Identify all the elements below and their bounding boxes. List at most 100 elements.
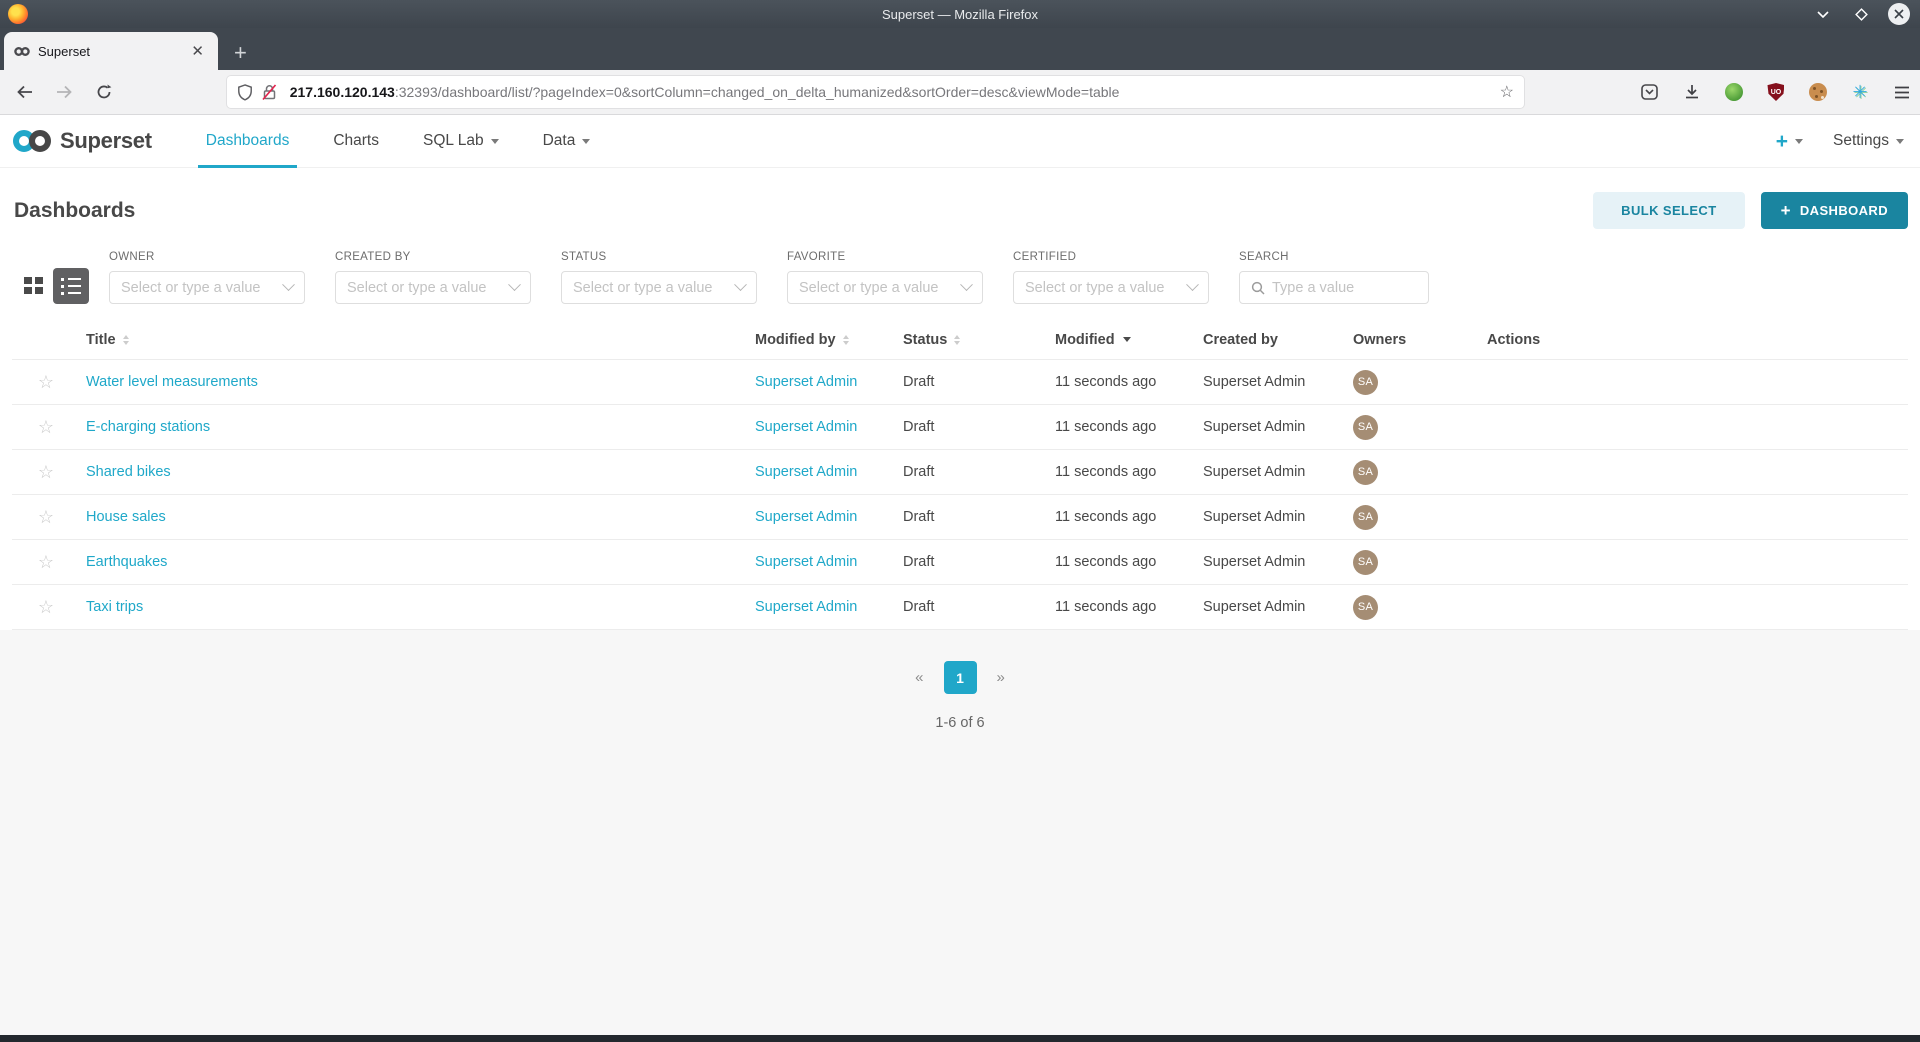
forward-button[interactable] bbox=[48, 76, 82, 108]
filter-select-input[interactable] bbox=[573, 280, 736, 296]
favorite-star-icon[interactable]: ☆ bbox=[24, 372, 68, 393]
browser-tab-superset[interactable]: Superset ✕ bbox=[4, 32, 218, 70]
reload-button[interactable] bbox=[87, 76, 121, 108]
card-view-toggle[interactable] bbox=[24, 277, 43, 294]
table-row-taxi-trips: ☆ Taxi trips Superset Admin Draft 11 sec… bbox=[12, 585, 1908, 630]
pagination: « 1 » bbox=[909, 661, 1011, 694]
column-header-modified-by[interactable]: Modified by bbox=[755, 332, 903, 348]
filter-bar: OWNER CREATED BY STATUS FAVORITE CERTIFI… bbox=[0, 245, 1920, 320]
dashboard-title-link[interactable]: House sales bbox=[86, 509, 166, 525]
table-header-row: Title Modified by Status Modified Create… bbox=[12, 320, 1908, 360]
list-view-toggle[interactable] bbox=[53, 268, 89, 304]
sort-desc-icon bbox=[1123, 337, 1131, 342]
filter-created-by: CREATED BY bbox=[335, 251, 531, 304]
owner-avatar[interactable]: SA bbox=[1353, 595, 1378, 620]
back-button[interactable] bbox=[8, 76, 42, 108]
search-input[interactable] bbox=[1272, 280, 1417, 296]
cookie-extension-icon[interactable] bbox=[1808, 82, 1828, 102]
window-maximize-button[interactable] bbox=[1850, 3, 1872, 25]
settings-menu[interactable]: Settings bbox=[1833, 132, 1904, 150]
tab-close-icon[interactable]: ✕ bbox=[187, 42, 208, 61]
sparkle-extension-icon[interactable]: ✳ bbox=[1850, 82, 1870, 102]
nav-item-data[interactable]: Data bbox=[535, 115, 599, 167]
filter-select-input[interactable] bbox=[347, 280, 510, 296]
modified-text: 11 seconds ago bbox=[1055, 464, 1203, 480]
owner-avatar[interactable]: SA bbox=[1353, 550, 1378, 575]
filter-select-input[interactable] bbox=[799, 280, 962, 296]
favorite-star-icon[interactable]: ☆ bbox=[24, 417, 68, 438]
chevron-down-icon bbox=[1795, 139, 1803, 144]
dashboard-title-link[interactable]: Water level measurements bbox=[86, 374, 258, 390]
modified-by-link[interactable]: Superset Admin bbox=[755, 464, 857, 480]
nav-item-sql-lab[interactable]: SQL Lab bbox=[415, 115, 507, 167]
bookmark-star-icon[interactable]: ☆ bbox=[1500, 82, 1514, 102]
filter-label: FAVORITE bbox=[787, 251, 983, 263]
pagination-prev-button[interactable]: « bbox=[909, 665, 929, 690]
new-dashboard-button[interactable]: + DASHBOARD bbox=[1761, 192, 1908, 229]
column-header-actions: Actions bbox=[1487, 332, 1908, 348]
downloads-icon[interactable] bbox=[1682, 82, 1702, 102]
filter-select-owner[interactable] bbox=[109, 271, 305, 304]
table-row-water-level-measurements: ☆ Water level measurements Superset Admi… bbox=[12, 360, 1908, 405]
favorite-star-icon[interactable]: ☆ bbox=[24, 462, 68, 483]
filter-label: OWNER bbox=[109, 251, 305, 263]
owner-avatar[interactable]: SA bbox=[1353, 460, 1378, 485]
content-footer: « 1 » 1-6 of 6 bbox=[0, 630, 1920, 1035]
created-by-text: Superset Admin bbox=[1203, 599, 1353, 615]
favorite-star-icon[interactable]: ☆ bbox=[24, 597, 68, 618]
pagination-page-1[interactable]: 1 bbox=[944, 661, 977, 694]
modified-by-link[interactable]: Superset Admin bbox=[755, 554, 857, 570]
window-close-button[interactable] bbox=[1888, 3, 1910, 25]
tracking-shield-icon[interactable] bbox=[237, 84, 253, 101]
dashboard-title-link[interactable]: Shared bikes bbox=[86, 464, 171, 480]
filter-select-created-by[interactable] bbox=[335, 271, 531, 304]
filter-select-certified[interactable] bbox=[1013, 271, 1209, 304]
url-text: 217.160.120.143:32393/dashboard/list/?pa… bbox=[290, 84, 1492, 100]
url-bar[interactable]: 217.160.120.143:32393/dashboard/list/?pa… bbox=[227, 76, 1524, 108]
menu-hamburger-icon[interactable] bbox=[1892, 82, 1912, 102]
owner-avatar[interactable]: SA bbox=[1353, 415, 1378, 440]
status-text: Draft bbox=[903, 464, 1055, 480]
favorite-star-icon[interactable]: ☆ bbox=[24, 552, 68, 573]
new-item-plus-button[interactable]: + bbox=[1776, 131, 1803, 152]
plus-icon: + bbox=[1781, 202, 1791, 219]
filter-select-favorite[interactable] bbox=[787, 271, 983, 304]
superset-logo[interactable]: Superset bbox=[12, 115, 152, 167]
bulk-select-button[interactable]: BULK SELECT bbox=[1593, 192, 1744, 229]
modified-text: 11 seconds ago bbox=[1055, 599, 1203, 615]
nav-item-charts[interactable]: Charts bbox=[325, 115, 387, 167]
filter-search: SEARCH bbox=[1239, 251, 1429, 304]
dashboard-title-link[interactable]: E-charging stations bbox=[86, 419, 210, 435]
filter-select-input[interactable] bbox=[121, 280, 284, 296]
insecure-lock-icon[interactable] bbox=[262, 84, 277, 101]
column-header-title[interactable]: Title bbox=[68, 332, 755, 348]
modified-by-link[interactable]: Superset Admin bbox=[755, 374, 857, 390]
extension-green-icon[interactable] bbox=[1724, 82, 1744, 102]
modified-by-link[interactable]: Superset Admin bbox=[755, 509, 857, 525]
nav-item-dashboards[interactable]: Dashboards bbox=[198, 115, 298, 167]
favorite-star-icon[interactable]: ☆ bbox=[24, 507, 68, 528]
table-row-earthquakes: ☆ Earthquakes Superset Admin Draft 11 se… bbox=[12, 540, 1908, 585]
column-header-status[interactable]: Status bbox=[903, 332, 1055, 348]
column-label: Modified by bbox=[755, 332, 836, 348]
nav-items: Dashboards Charts SQL Lab Data bbox=[170, 115, 599, 167]
pocket-icon[interactable] bbox=[1640, 82, 1660, 102]
owner-avatar[interactable]: SA bbox=[1353, 505, 1378, 530]
owner-avatar[interactable]: SA bbox=[1353, 370, 1378, 395]
modified-by-link[interactable]: Superset Admin bbox=[755, 419, 857, 435]
column-header-modified[interactable]: Modified bbox=[1055, 332, 1203, 348]
status-text: Draft bbox=[903, 374, 1055, 390]
filter-select-status[interactable] bbox=[561, 271, 757, 304]
filter-label: CERTIFIED bbox=[1013, 251, 1209, 263]
dashboard-title-link[interactable]: Taxi trips bbox=[86, 599, 143, 615]
chevron-down-icon bbox=[282, 278, 295, 291]
window-minimize-button[interactable] bbox=[1812, 3, 1834, 25]
ublock-origin-icon[interactable]: UO bbox=[1766, 82, 1786, 102]
pagination-next-button[interactable]: » bbox=[991, 665, 1011, 690]
filter-select-input[interactable] bbox=[1025, 280, 1188, 296]
modified-by-link[interactable]: Superset Admin bbox=[755, 599, 857, 615]
nav-item-label: Dashboards bbox=[206, 132, 290, 150]
new-tab-button[interactable]: + bbox=[234, 42, 247, 64]
status-text: Draft bbox=[903, 599, 1055, 615]
dashboard-title-link[interactable]: Earthquakes bbox=[86, 554, 167, 570]
